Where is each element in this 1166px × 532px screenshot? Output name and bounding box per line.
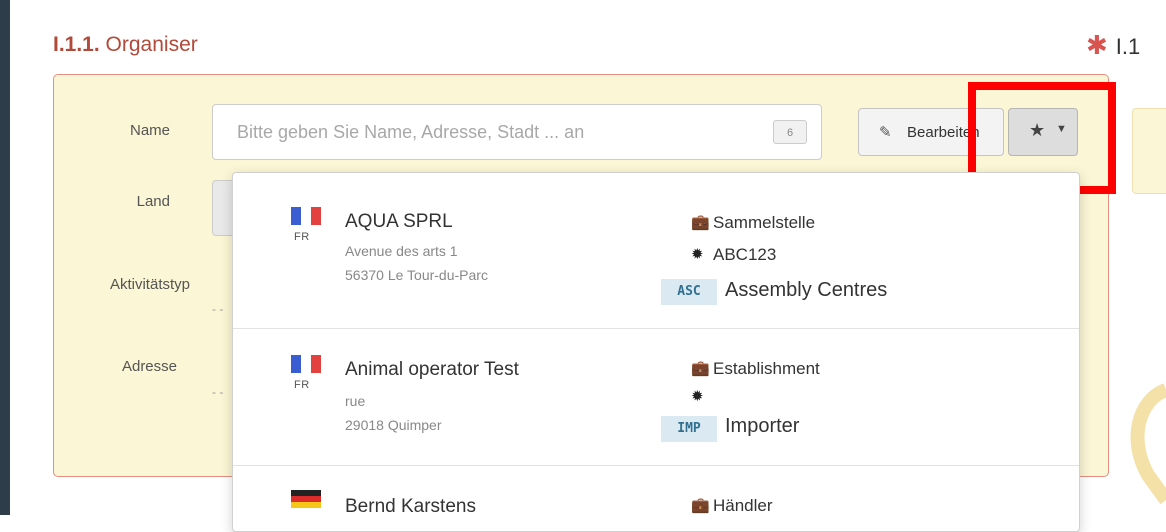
operator-type: Establishment xyxy=(713,359,820,378)
briefcase-icon: 💼 xyxy=(691,497,710,514)
activity-type-placeholder: - - xyxy=(212,302,224,316)
next-section-number: I.1 xyxy=(1115,34,1141,59)
activity-code-badge: IMP xyxy=(661,416,717,442)
country-code: FR xyxy=(294,231,310,243)
section-label: Organiser xyxy=(105,33,198,56)
country-code: FR xyxy=(294,379,310,391)
result-item[interactable]: Bernd Karstens 💼 Händler xyxy=(233,466,1079,526)
operator-street: rue xyxy=(345,393,366,409)
next-section-title: ✱ I.1 xyxy=(1086,30,1140,61)
left-accent-bar xyxy=(0,0,10,515)
name-search-input[interactable]: Bitte geben Sie Name, Adresse, Stadt ...… xyxy=(212,104,822,160)
result-item[interactable]: FR AQUA SPRL Avenue des arts 1 56370 Le … xyxy=(233,173,1079,328)
address-placeholder: - - xyxy=(212,385,224,399)
section-title: I.1.1. Organiser xyxy=(53,33,198,57)
name-search-placeholder: Bitte geben Sie Name, Adresse, Stadt ...… xyxy=(237,122,585,142)
operator-name: Animal operator Test xyxy=(345,359,519,380)
adjacent-panel xyxy=(1132,108,1166,194)
france-flag-icon xyxy=(291,355,321,373)
address-label: Adresse xyxy=(121,358,177,375)
operator-city: 29018 Quimper xyxy=(345,417,442,433)
badge-icon: ✹ xyxy=(691,388,704,405)
activity-type-label: Aktivitätstyp xyxy=(109,276,190,293)
briefcase-icon: 💼 xyxy=(691,214,710,231)
search-results-dropdown: FR AQUA SPRL Avenue des arts 1 56370 Le … xyxy=(232,172,1080,532)
activity-code-label: Assembly Centres xyxy=(725,279,888,301)
required-asterisk-icon: ✱ xyxy=(1086,30,1108,60)
name-label: Name xyxy=(129,122,170,139)
land-label: Land xyxy=(136,193,170,210)
decorative-background-graphic xyxy=(1130,383,1166,505)
approval-number: ABC123 xyxy=(713,245,777,264)
france-flag-icon xyxy=(291,207,321,225)
activity-code-badge: ASC xyxy=(661,279,717,305)
badge-icon: ✹ xyxy=(691,246,704,263)
germany-flag-icon xyxy=(291,490,321,508)
section-number: I.1.1. xyxy=(53,33,100,56)
operator-type: Händler xyxy=(713,496,773,515)
operator-name: AQUA SPRL xyxy=(345,211,453,232)
edit-icon: ✎ xyxy=(879,124,892,141)
briefcase-icon: 💼 xyxy=(691,360,710,377)
operator-street: Avenue des arts 1 xyxy=(345,243,458,259)
operator-city: 56370 Le Tour-du-Parc xyxy=(345,267,488,283)
operator-type: Sammelstelle xyxy=(713,213,816,232)
keyboard-shortcut-badge: 6 xyxy=(773,120,807,144)
result-item[interactable]: FR Animal operator Test rue 29018 Quimpe… xyxy=(233,329,1079,464)
activity-code-label: Importer xyxy=(725,415,800,437)
